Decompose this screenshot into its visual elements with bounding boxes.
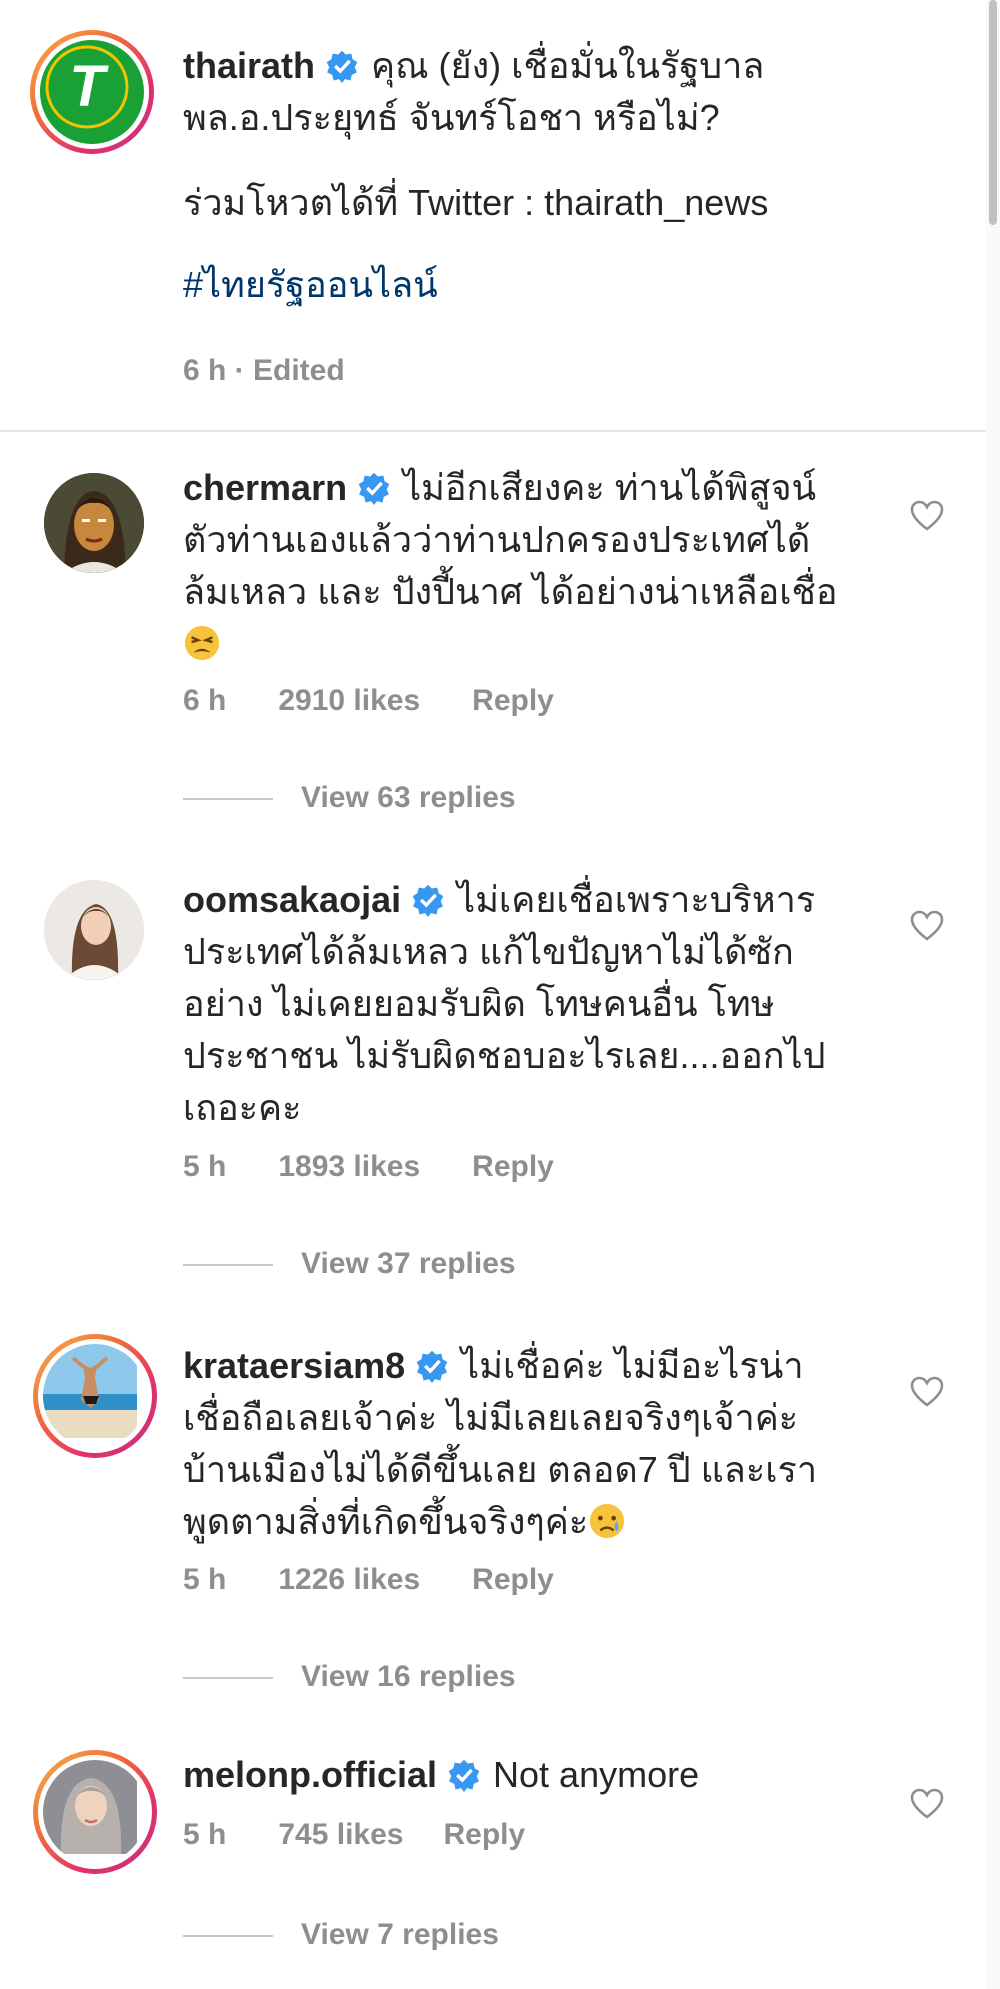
comment-meta: 5 h 1893 likes Reply (183, 1150, 606, 1184)
like-count[interactable]: 745 likes (278, 1818, 403, 1851)
view-replies-button[interactable]: View 37 replies (183, 1247, 516, 1281)
comment-line: ประเทศได้ล้มเหลว แก้ไขปัญหาไม่ได้ซัก (183, 931, 794, 972)
like-heart-icon[interactable] (909, 498, 945, 534)
cartoon-avatar-image (44, 473, 144, 573)
reply-button[interactable]: Reply (443, 1818, 525, 1851)
caption-line: คุณ (ยัง) เชื่อมั่นในรัฐบาล (371, 45, 765, 86)
avatar[interactable] (44, 880, 144, 980)
caption-text: thairath คุณ (ยัง) เชื่อมั่นในรัฐบาล พล.อ… (183, 40, 768, 311)
like-heart-icon[interactable] (909, 1374, 945, 1410)
hashtag-link[interactable]: #ไทยรัฐออนไลน์ (183, 259, 768, 311)
view-replies-label: View 37 replies (301, 1247, 516, 1280)
replies-divider (183, 1264, 273, 1267)
comment-line: Not anymore (493, 1754, 700, 1795)
post-username[interactable]: thairath (183, 45, 315, 86)
comment-text: chermarn ไม่อีกเสียงคะ ท่านได้พิสูจน์ ตัว… (183, 462, 838, 670)
replies-divider (183, 798, 273, 801)
comment-text: melonp.official Not anymore (183, 1749, 699, 1801)
view-replies-button[interactable]: View 7 replies (183, 1918, 499, 1952)
like-heart-icon[interactable] (909, 1786, 945, 1822)
comment-text: krataersiam8 ไม่เชื่อค่ะ ไม่มีอะไรน่า เชื… (183, 1340, 817, 1548)
avatar-story-ring[interactable] (33, 1334, 157, 1458)
comment-username[interactable]: oomsakaojai (183, 879, 401, 920)
view-replies-button[interactable]: View 63 replies (183, 781, 516, 815)
post-caption: T thairath คุณ (ยัง) เชื่อมั่นในรัฐบาล พล… (0, 0, 986, 432)
comment-line: เชื่อถือเลยเจ้าค่ะ ไม่มีเลยเลยจริงๆเจ้าค… (183, 1397, 799, 1438)
comment-meta: 5 h 745 likes Reply (183, 1818, 577, 1852)
thairath-logo-avatar: T (40, 40, 144, 144)
comment-line: ไม่อีกเสียงคะ ท่านได้พิสูจน์ (403, 467, 817, 508)
comment-line: ตัวท่านเองแล้วว่าท่านปกครองประเทศได้ (183, 519, 811, 560)
avatar[interactable] (44, 473, 144, 573)
view-replies-button[interactable]: View 16 replies (183, 1660, 516, 1694)
profile-photo-image (44, 880, 144, 980)
logo-letter: T (69, 54, 109, 119)
like-count[interactable]: 2910 likes (278, 684, 420, 717)
verified-badge-icon (416, 1350, 448, 1383)
caption-line: ร่วมโหวตได้ที่ Twitter : thairath_news (183, 182, 769, 223)
profile-photo-avatar (43, 1760, 147, 1864)
verified-badge-icon (448, 1759, 480, 1792)
like-count[interactable]: 1226 likes (278, 1563, 420, 1596)
comment-line: ไม่เคยเชื่อเพราะบริหาร (457, 879, 816, 920)
caption-line: พล.อ.ประยุทธ์ จันทร์โอชา หรือไม่? (183, 97, 720, 138)
comment-username[interactable]: chermarn (183, 467, 347, 508)
comment-line: ประชาชน ไม่รับผิดชอบอะไรเลย....ออกไป (183, 1035, 826, 1076)
comment-time: 5 h (183, 1150, 227, 1183)
comment-line: บ้านเมืองไม่ได้ดีขึ้นเลย ตลอด7 ปี และเรา (183, 1449, 818, 1490)
view-replies-label: View 7 replies (301, 1918, 499, 1951)
post-timestamp: 6 h · Edited (183, 354, 345, 387)
like-heart-icon[interactable] (909, 908, 945, 944)
scrollbar[interactable] (986, 0, 1000, 1989)
scrollbar-thumb[interactable] (989, 0, 997, 225)
comment-line: ล้มเหลว และ ปังปี้นาศ ได้อย่างน่าเหลือเช… (183, 571, 838, 612)
comment-line: ไม่เชื่อค่ะ ไม่มีอะไรน่า (461, 1345, 804, 1386)
avatar-story-ring[interactable] (33, 1750, 157, 1874)
view-replies-label: View 16 replies (301, 1660, 516, 1693)
post-meta: 6 h · Edited (183, 354, 397, 388)
replies-divider (183, 1677, 273, 1680)
verified-badge-icon (358, 472, 390, 505)
reply-button[interactable]: Reply (472, 1150, 554, 1183)
comment-text: oomsakaojai ไม่เคยเชื่อเพราะบริหาร ประเทศ… (183, 874, 825, 1134)
comment-line: อย่าง ไม่เคยยอมรับผิด โทษคนอื่น โทษ (183, 983, 775, 1024)
beach-photo-avatar (43, 1344, 147, 1448)
comment-time: 5 h (183, 1563, 227, 1596)
reply-button[interactable]: Reply (472, 1563, 554, 1596)
replies-divider (183, 1935, 273, 1938)
comment-line: เถอะคะ (183, 1087, 302, 1128)
avatar-story-ring[interactable]: T (30, 30, 154, 154)
tired-face-emoji (184, 625, 220, 661)
comment-time: 6 h (183, 684, 227, 717)
crying-face-emoji (590, 1503, 625, 1539)
view-replies-label: View 63 replies (301, 781, 516, 814)
comment-time: 5 h (183, 1818, 227, 1851)
comment-meta: 6 h 2910 likes Reply (183, 684, 606, 718)
comment-line: พูดตามสิ่งที่เกิดขึ้นจริงๆค่ะ (183, 1501, 589, 1542)
reply-button[interactable]: Reply (472, 684, 554, 717)
verified-badge-icon (326, 50, 358, 83)
comment-meta: 5 h 1226 likes Reply (183, 1563, 606, 1597)
like-count[interactable]: 1893 likes (278, 1150, 420, 1183)
comment-username[interactable]: krataersiam8 (183, 1345, 405, 1386)
comment-username[interactable]: melonp.official (183, 1754, 437, 1795)
verified-badge-icon (412, 884, 444, 917)
